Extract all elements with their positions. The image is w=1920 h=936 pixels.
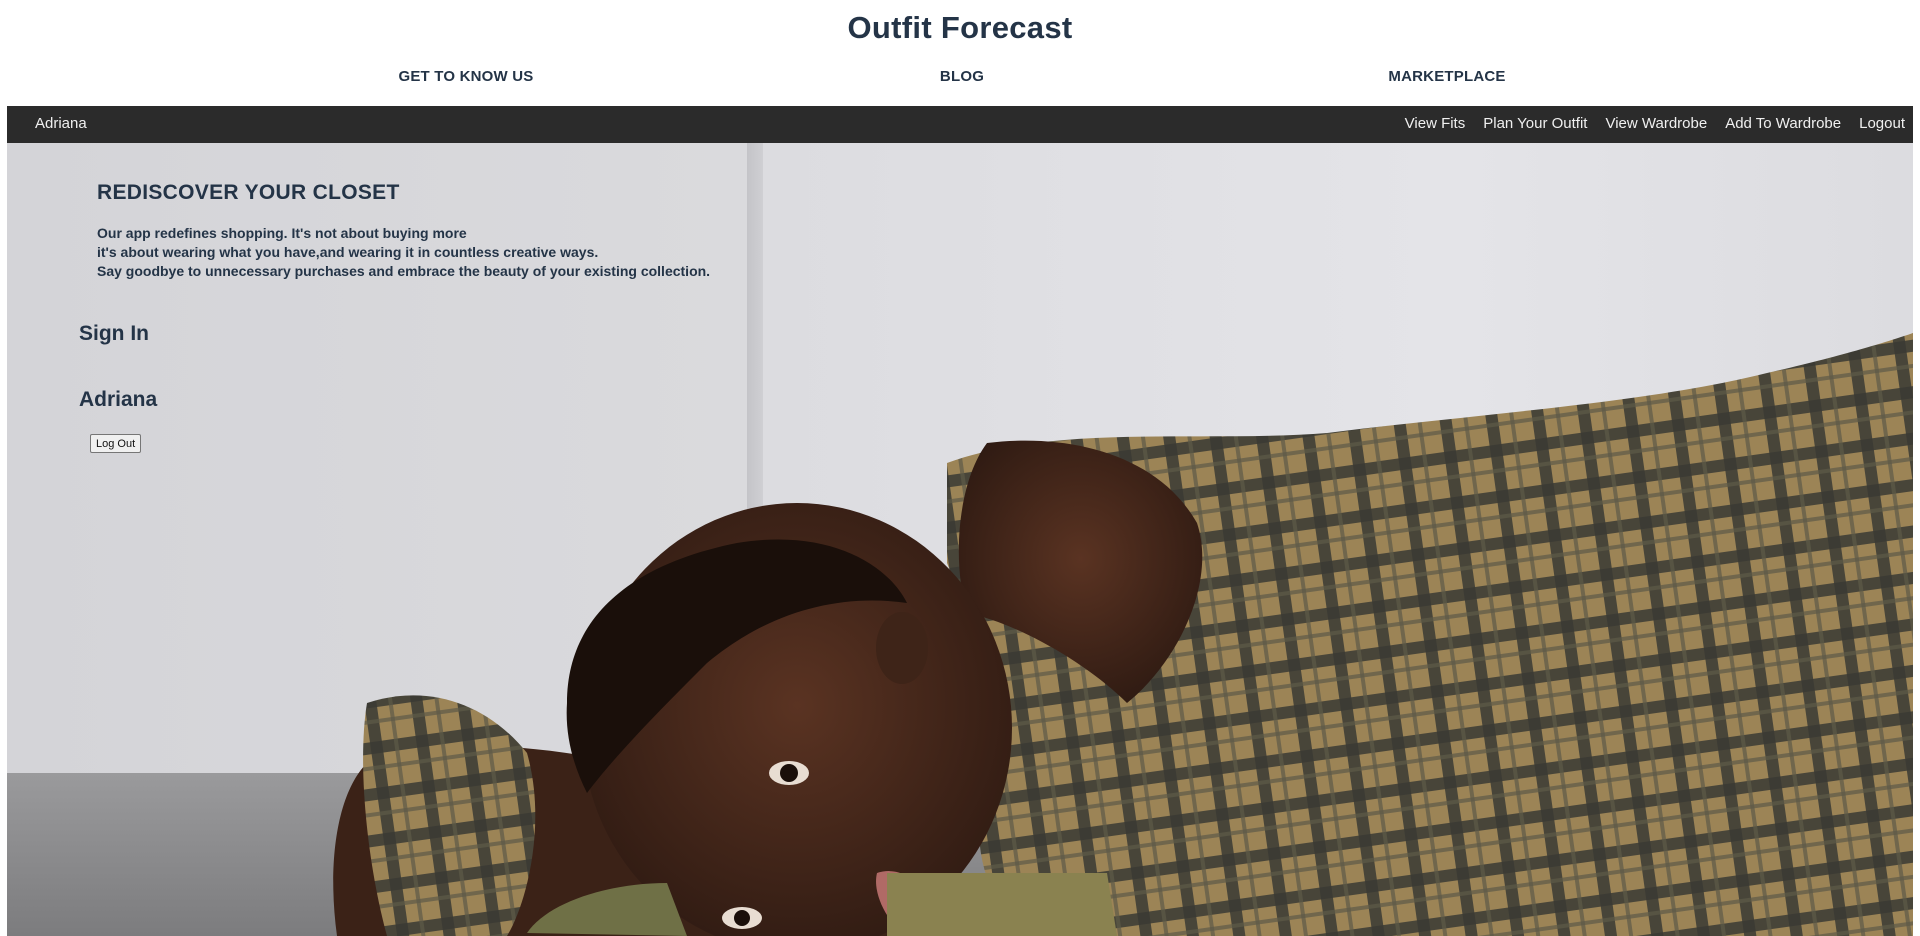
link-view-fits[interactable]: View Fits	[1405, 115, 1466, 132]
app-bar: Adriana View Fits Plan Your Outfit View …	[7, 106, 1913, 143]
nav-link-blog[interactable]: BLOG	[940, 68, 984, 85]
sign-in-heading: Sign In	[79, 322, 149, 345]
hero-copy: REDISCOVER YOUR CLOSET Our app redefines…	[97, 181, 817, 281]
top-nav: GET TO KNOW US BLOG MARKETPLACE	[0, 68, 1920, 90]
log-out-button[interactable]: Log Out	[90, 434, 142, 453]
hero-heading: REDISCOVER YOUR CLOSET	[97, 181, 400, 204]
hero-line-3: Say goodbye to unnecessary purchases and…	[97, 263, 711, 279]
link-logout[interactable]: Logout	[1859, 115, 1905, 132]
nav-link-get-to-know-us[interactable]: GET TO KNOW US	[398, 68, 533, 85]
app-bar-links: View Fits Plan Your Outfit View Wardrobe…	[1405, 115, 1905, 132]
link-add-to-wardrobe[interactable]: Add To Wardrobe	[1725, 115, 1841, 132]
link-plan-your-outfit[interactable]: Plan Your Outfit	[1483, 115, 1587, 132]
signed-in-user-heading: Adriana	[79, 388, 158, 411]
site-title: Outfit Forecast	[847, 10, 1073, 45]
nav-link-marketplace[interactable]: MARKETPLACE	[1388, 68, 1505, 85]
hero-line-2: it's about wearing what you have,and wea…	[97, 244, 599, 260]
hero-line-1: Our app redefines shopping. It's not abo…	[97, 225, 467, 241]
app-bar-username[interactable]: Adriana	[35, 115, 87, 132]
link-view-wardrobe[interactable]: View Wardrobe	[1605, 115, 1707, 132]
